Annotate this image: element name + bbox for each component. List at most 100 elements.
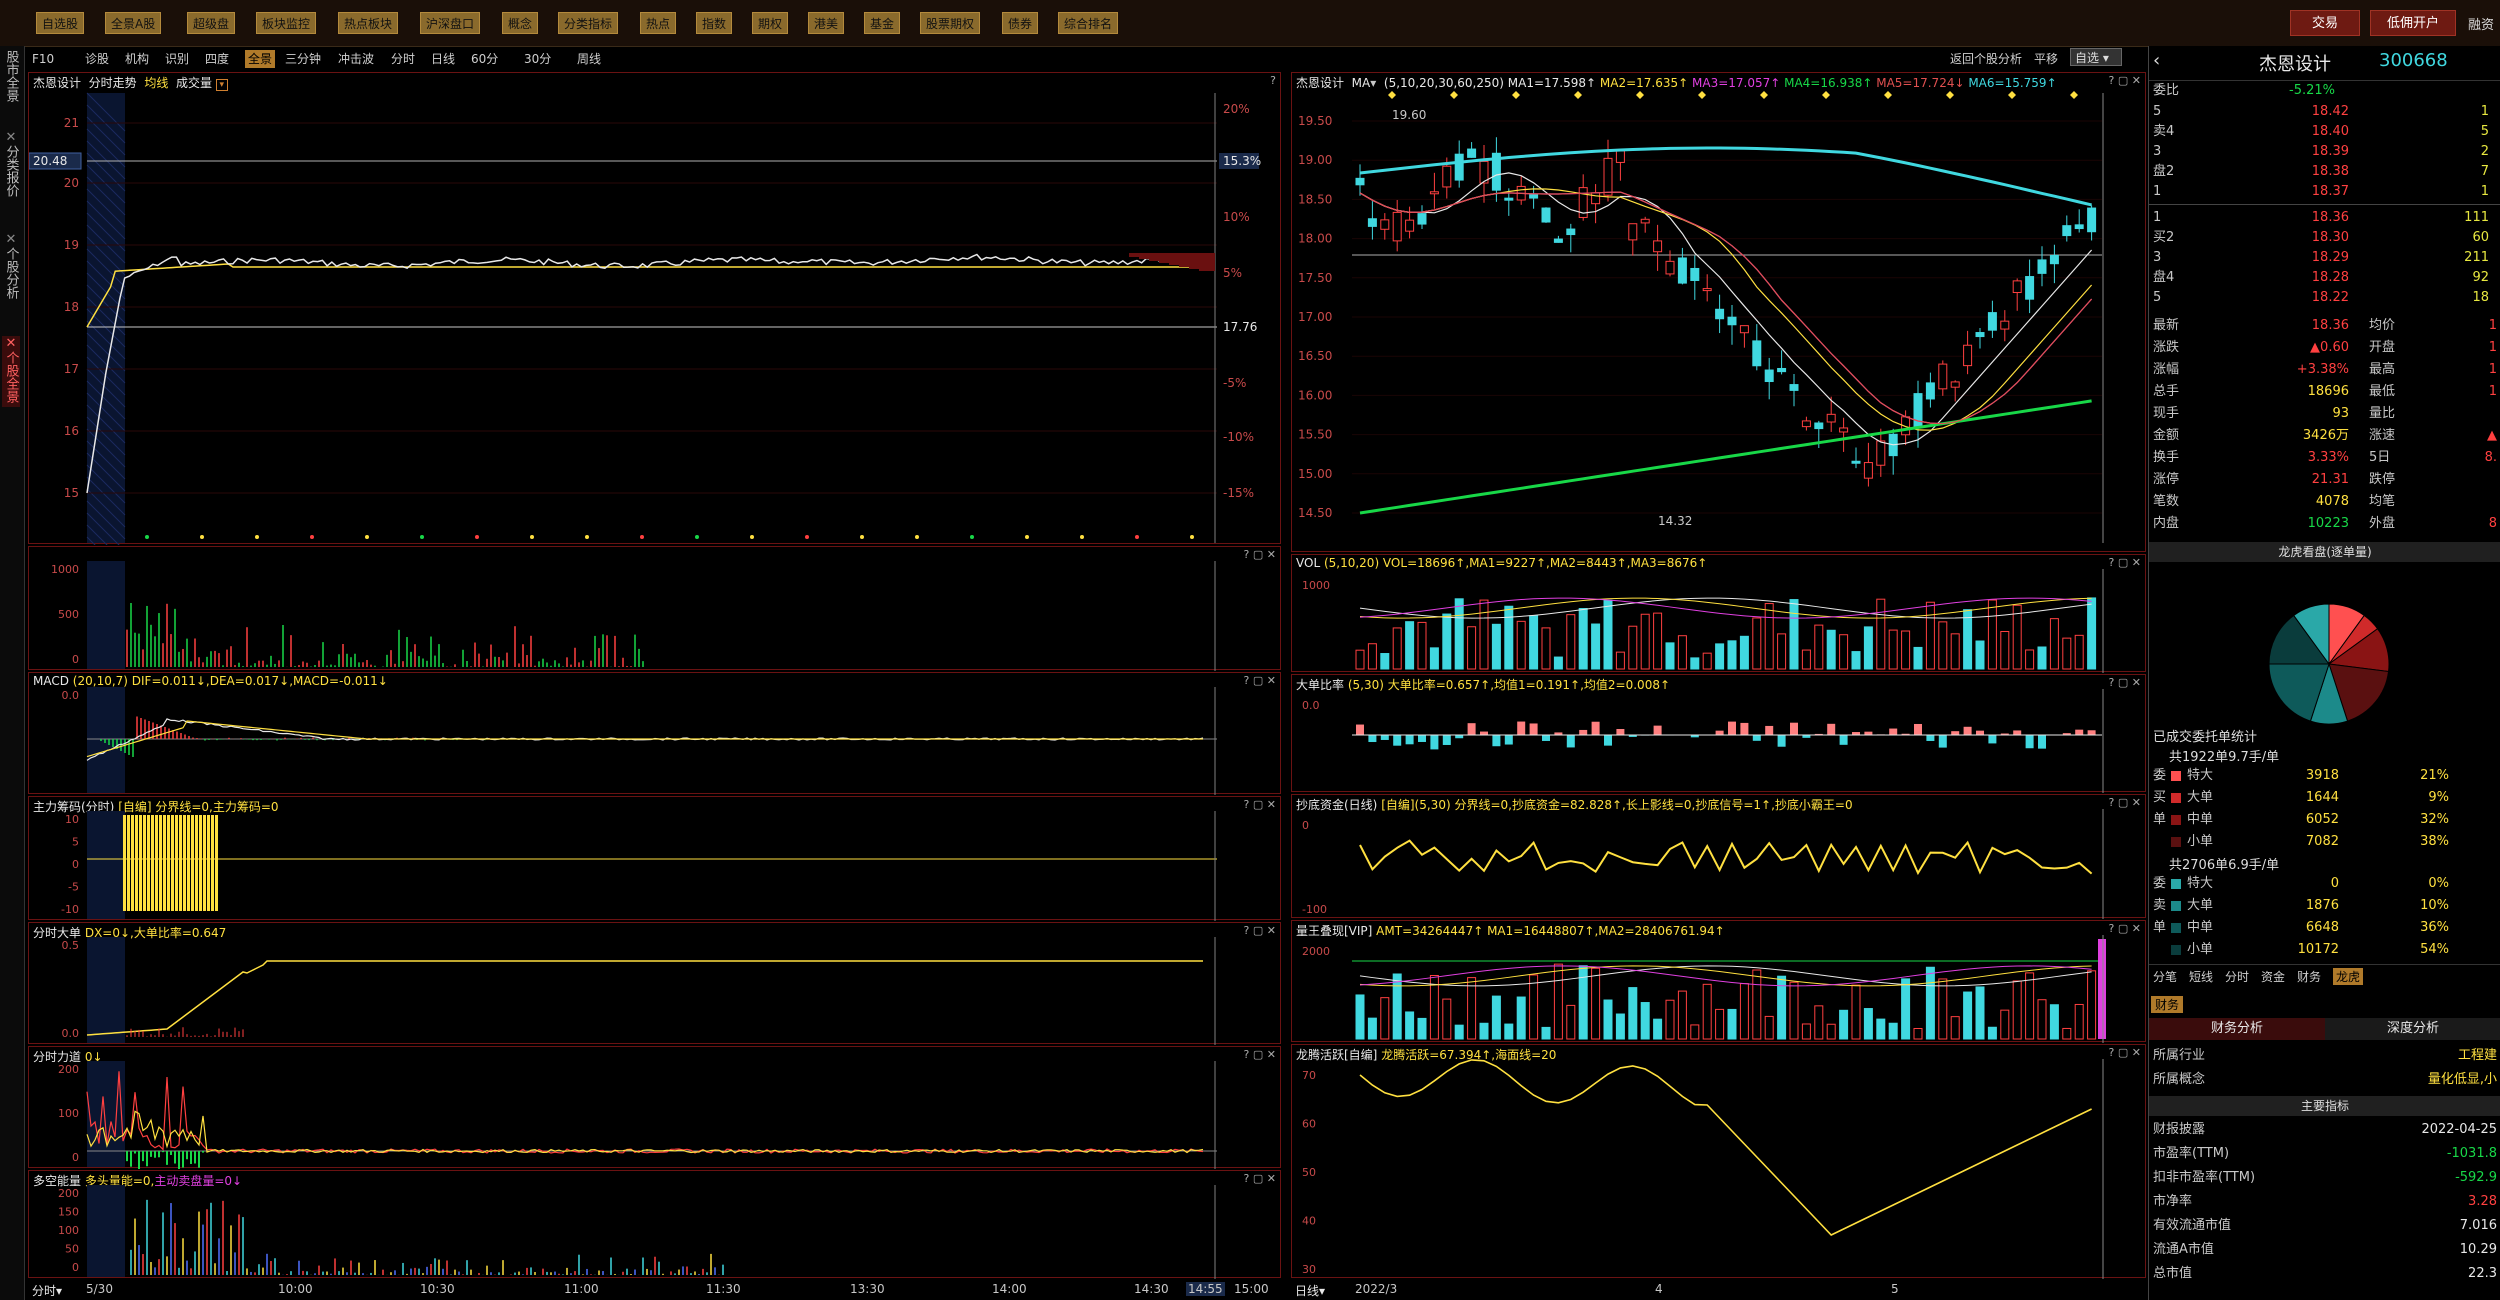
intraday-subpanel[interactable]: 分时力道 0↓? ▢ ✕ 200 100 0 [28, 1046, 1281, 1169]
lhb-title: 龙虎看盘(逐单量) [2149, 542, 2500, 562]
fin-tab-analysis[interactable]: 财务分析 [2149, 1018, 2325, 1040]
bid-row[interactable]: 买2 18.30 60 [2149, 228, 2500, 248]
y-tick-label: 0.0 [62, 1027, 80, 1040]
bid-row[interactable]: 1 18.36 111 [2149, 208, 2500, 228]
rail-tab-stock-analysis[interactable]: ✕ 个股分析 [2, 232, 20, 303]
toolbar-item[interactable]: 日线 [431, 50, 455, 68]
top-menu-button[interactable]: 港美 [808, 12, 845, 34]
chip-bar [195, 815, 198, 911]
daily-subpanel[interactable]: 龙腾活跃[自编] 龙腾活跃=67.394↑,海面线=20? ▢ ✕ 70 60 50 4… [1291, 1044, 2146, 1279]
ask-label: 1 [2153, 184, 2162, 199]
ask-row[interactable]: 卖4 18.40 5 [2149, 122, 2500, 142]
bid-row[interactable]: 盘4 18.28 92 [2149, 268, 2500, 288]
intraday-subpanel[interactable]: 多空能量 多头量能=0,主动卖盘量=0↓? ▢ ✕ 200 150 100 50 0 [28, 1170, 1281, 1279]
time-tick-label: 14:00 [992, 1282, 1027, 1296]
ask-label: 盘2 [2153, 164, 2175, 179]
toolbar-item[interactable]: 冲击波 [338, 50, 374, 68]
ratio-bar [2087, 730, 2096, 735]
volume-bar [1913, 1028, 1923, 1040]
y-tick-label: 0 [1302, 819, 1309, 832]
volume-bar [1739, 635, 1749, 670]
volume-bar [1801, 1023, 1811, 1040]
intraday-subpanel[interactable]: 分时大单 DX=0↓,大单比率=0.647? ▢ ✕ 0.5 0.0 [28, 922, 1281, 1045]
pan-button[interactable]: 平移 [2034, 50, 2058, 67]
top-menu-button[interactable]: 期权 [752, 12, 789, 34]
daily-subpanel[interactable]: VOL (5,10,20) VOL=18696↑,MA1=9227↑,MA2=8… [1291, 554, 2146, 673]
y-tick-label: 19 [64, 238, 79, 252]
volume-bar [1851, 984, 1861, 1040]
top-menu-button[interactable]: 板块监控 [256, 12, 317, 34]
bid-row[interactable]: 5 18.22 18 [2149, 288, 2500, 308]
toolbar-item[interactable]: 诊股 [85, 50, 109, 68]
top-menu-button[interactable]: 自选股 [36, 12, 85, 34]
daily-subpanel[interactable]: 抄底资金(日线) [自编](5,30) 分界线=0,抄底资金=82.828↑,长… [1291, 794, 2146, 919]
candle-body [2049, 254, 2059, 265]
event-marker-icon [1884, 91, 1892, 99]
toolbar-item[interactable]: 识别 [165, 50, 189, 68]
top-menu-button[interactable]: 分类指标 [558, 12, 619, 34]
rail-tab-stock-panorama[interactable]: ✕ 个股全景 [2, 336, 20, 407]
intraday-subpanel[interactable]: ? ▢ ✕ 1000 500 0 [28, 546, 1281, 671]
intraday-subpanel[interactable]: MACD (20,10,7) DIF=0.011↓,DEA=0.017↓,MAC… [28, 672, 1281, 795]
toolbar-item[interactable]: 机构 [125, 50, 149, 68]
daily-subpanel[interactable]: 大单比率 (5,30) 大单比率=0.657↑,均值1=0.191↑,均值2=0… [1291, 674, 2146, 793]
ask-row[interactable]: 盘2 18.38 7 [2149, 162, 2500, 182]
daily-kline-panel[interactable]: 杰恩设计 MA▾ (5,10,20,30,60,250) MA1=17.598↑… [1291, 72, 2146, 552]
top-menu-button[interactable]: 基金 [864, 12, 901, 34]
ask-row[interactable]: 5 18.42 1 [2149, 102, 2500, 122]
ratio-bar [1604, 735, 1612, 746]
period-dropdown[interactable]: 分时▾ [32, 1282, 62, 1299]
top-menu-button[interactable]: 综合排名 [1058, 12, 1119, 34]
time-tick-label: 2022/3 [1355, 1282, 1398, 1296]
toolbar-item[interactable]: 周线 [577, 50, 601, 68]
intraday-subpanel[interactable]: 主力筹码(分时) [自编] 分界线=0,主力筹码=0? ▢ ✕ 10 5 0 -5 -10 [28, 796, 1281, 921]
toolbar-item[interactable]: 三分钟 [285, 50, 321, 68]
toolbar-item[interactable]: F10 [32, 50, 54, 68]
margin-label[interactable]: 融资 [2468, 14, 2494, 33]
top-menu-button[interactable]: 全景A股 [105, 12, 162, 34]
quote-tab[interactable]: 资金 [2261, 968, 2285, 985]
fin-tab-deep[interactable]: 深度分析 [2325, 1018, 2500, 1040]
top-menu-button[interactable]: 股票期权 [920, 12, 981, 34]
open-account-button[interactable]: 低佣开户 [2370, 10, 2456, 36]
top-menu-button[interactable]: 指数 [696, 12, 733, 34]
pre-open-area [87, 687, 125, 793]
top-menu-button[interactable]: 热点 [640, 12, 677, 34]
volume-bar [1640, 1002, 1650, 1040]
watchlist-dropdown[interactable]: 自选 ▾ [2070, 48, 2122, 66]
y-tick-label: 18.50 [1298, 192, 1332, 206]
signal-dot [365, 535, 369, 539]
trade-button[interactable]: 交易 [2290, 10, 2360, 36]
top-menu-button[interactable]: 超级盘 [187, 12, 236, 34]
daily-subpanel[interactable]: 量王叠现[VIP] AMT=34264447↑ MA1=16448807↑,MA… [1291, 920, 2146, 1043]
back-arrow-icon[interactable]: ‹ [2153, 50, 2160, 71]
quote-tab[interactable]: 短线 [2189, 968, 2213, 985]
ask-row[interactable]: 1 18.37 1 [2149, 182, 2500, 202]
toolbar-item[interactable]: 分时 [391, 50, 415, 68]
top-menu-button[interactable]: 概念 [502, 12, 539, 34]
stat-value: 93 [2332, 406, 2349, 421]
toolbar-item[interactable]: 全景 [245, 50, 276, 68]
toolbar-item[interactable]: 30分 [524, 50, 551, 68]
period-dropdown[interactable]: 日线▾ [1295, 1282, 1325, 1299]
bid-row[interactable]: 3 18.29 211 [2149, 248, 2500, 268]
quote-tab[interactable]: 分时 [2225, 968, 2249, 985]
quote-tab[interactable]: 财务 [2297, 968, 2321, 985]
toolbar-item[interactable]: 四度 [205, 50, 229, 68]
top-menu-button[interactable]: 热点板块 [338, 12, 399, 34]
y-tick-label: 50 [1302, 1166, 1316, 1179]
intraday-price-panel[interactable]: 杰恩设计 分时走势 均线 成交量 ▾ ? 21 20 19 18 17 16 15 20.48… [28, 72, 1281, 545]
top-menu-button[interactable]: 债券 [1002, 12, 1039, 34]
quote-tab[interactable]: 龙虎 [2333, 968, 2364, 985]
back-to-analysis-link[interactable]: 返回个股分析 [1950, 50, 2022, 67]
ask-row[interactable]: 3 18.39 2 [2149, 142, 2500, 162]
quote-tab[interactable]: 分笔 [2153, 968, 2177, 985]
toolbar-item[interactable]: 60分 [471, 50, 498, 68]
finance-value: 10.29 [2459, 1242, 2497, 1257]
rail-tab-category-quote[interactable]: ✕ 分类报价 [2, 130, 20, 201]
finance-tab[interactable]: 财务 [2151, 996, 2184, 1013]
y-tick-label: 18.00 [1298, 232, 1332, 246]
top-menu-button[interactable]: 沪深盘口 [420, 12, 481, 34]
candle-body [1876, 440, 1886, 466]
rail-tab-market-overview[interactable]: 股市全景 [2, 50, 20, 106]
